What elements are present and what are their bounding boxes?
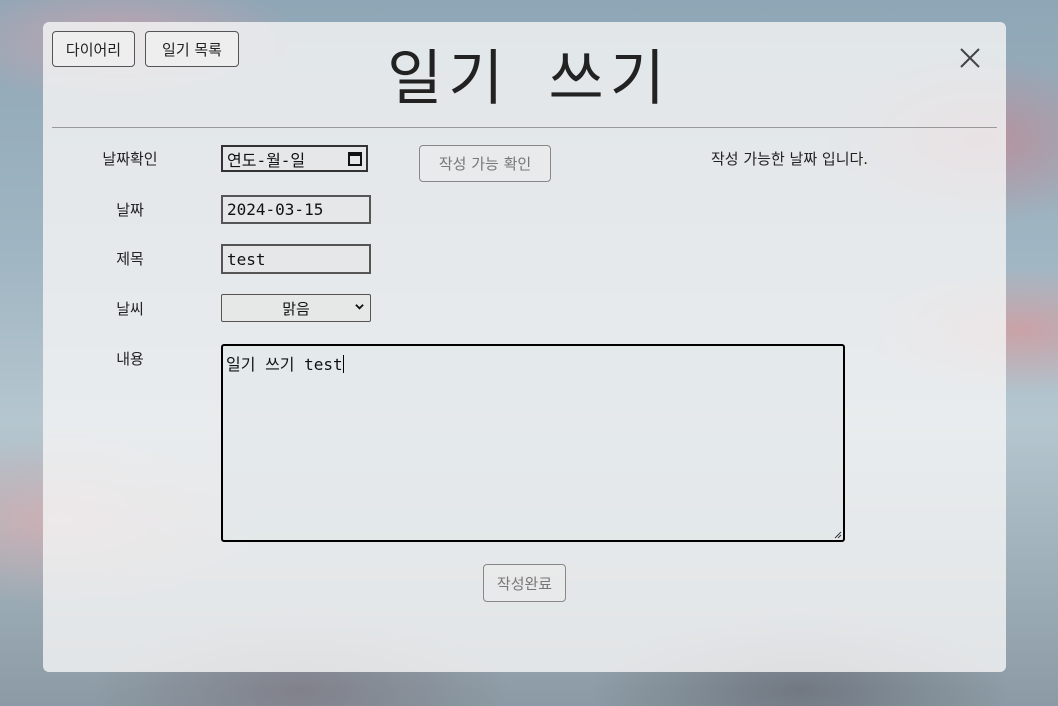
page-title: 일기 쓰기: [387, 44, 671, 114]
title-field[interactable]: test: [221, 244, 371, 274]
submit-button[interactable]: 작성완료: [483, 564, 566, 602]
content-value: 일기 쓰기 test: [226, 355, 343, 374]
text-cursor: [342, 355, 344, 373]
chevron-down-icon: [355, 304, 364, 310]
weather-selected: 맑음: [282, 299, 310, 318]
date-check-label: 날짜확인: [102, 150, 158, 168]
date-check-value: 연도-월-일: [227, 150, 306, 170]
close-icon[interactable]: [956, 44, 984, 72]
title-value: test: [227, 249, 266, 269]
content-label: 내용: [116, 350, 144, 368]
date-field[interactable]: 2024-03-15: [221, 195, 371, 224]
availability-status: 작성 가능한 날짜 입니다.: [711, 150, 869, 168]
weather-select[interactable]: 맑음: [221, 294, 371, 322]
weather-label: 날씨: [116, 300, 144, 318]
date-label: 날짜: [116, 201, 144, 219]
date-value: 2024-03-15: [227, 200, 324, 219]
resize-handle-icon[interactable]: [834, 531, 842, 539]
check-availability-button[interactable]: 작성 가능 확인: [419, 145, 551, 182]
date-check-input[interactable]: 연도-월-일: [221, 145, 368, 172]
header-divider: [52, 127, 997, 128]
content-textarea[interactable]: 일기 쓰기 test: [221, 344, 845, 542]
title-label: 제목: [116, 250, 144, 268]
calendar-icon[interactable]: [348, 151, 362, 166]
